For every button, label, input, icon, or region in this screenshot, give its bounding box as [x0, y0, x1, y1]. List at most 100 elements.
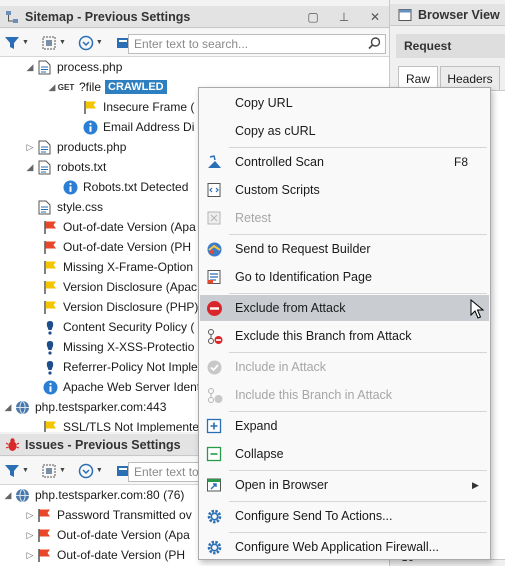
filter-button[interactable]: ▼: [2, 32, 31, 54]
request-builder-icon: [205, 240, 223, 258]
collapse-arrow-icon[interactable]: ◢: [2, 490, 14, 501]
sitemap-title-text: Sitemap - Previous Settings: [25, 9, 191, 24]
request-label: Request: [404, 39, 452, 53]
menu-separator: [229, 470, 487, 471]
script-icon: [205, 181, 223, 199]
gear-icon: [205, 507, 223, 525]
tree-row[interactable]: style.css: [36, 197, 103, 217]
tree-row[interactable]: ▷ Out-of-date Version (Apa: [24, 525, 190, 545]
tree-label: SSL/TLS Not Implemente: [63, 420, 200, 432]
expand-arrow-icon[interactable]: ▷: [24, 530, 36, 541]
tree-row[interactable]: ◢ php.testsparker.com:443: [2, 397, 167, 417]
menu-item-label: Copy URL: [235, 96, 293, 110]
menu-item-label: Include in Attack: [235, 360, 327, 374]
tree-row[interactable]: Insecure Frame (: [82, 97, 194, 117]
collapse-arrow-icon[interactable]: ◢: [24, 162, 36, 173]
expand-arrow-icon[interactable]: ▷: [24, 510, 36, 521]
tree-row[interactable]: Version Disclosure (Apac: [42, 277, 197, 297]
tree-row[interactable]: ▷ Password Transmitted ov: [24, 505, 192, 525]
exclude-icon: [205, 299, 223, 317]
tree-label: Version Disclosure (Apac: [63, 280, 198, 294]
expand-arrow-icon[interactable]: ▷: [24, 550, 36, 561]
menu-item-label: Retest: [235, 211, 272, 225]
info-icon: [42, 379, 58, 395]
tree-row[interactable]: ◢ php.testsparker.com:80 (76): [2, 485, 185, 505]
menu-item-open-in-browser[interactable]: Open in Browser ▶: [200, 472, 489, 498]
menu-item-send-to-request-builder[interactable]: Send to Request Builder: [200, 236, 489, 262]
tree-row[interactable]: Missing X-Frame-Option: [42, 257, 193, 277]
tree-row[interactable]: SSL/TLS Not Implemente: [42, 417, 199, 432]
tab-headers-label: Headers: [447, 71, 493, 86]
search-icon[interactable]: [368, 37, 381, 53]
tree-row[interactable]: Email Address Di: [82, 117, 194, 137]
menu-item-label: Collapse: [235, 447, 284, 461]
pin-button[interactable]: ⊥: [336, 9, 352, 25]
tree-row[interactable]: Referrer-Policy Not Imple: [42, 357, 198, 377]
best-practice-icon: [42, 339, 58, 355]
tree-row[interactable]: ◢ process.php: [24, 57, 122, 77]
mouse-cursor-icon: [470, 298, 485, 322]
bug-icon: [4, 437, 20, 453]
maximize-button[interactable]: ▢: [305, 9, 321, 25]
best-practice-icon: [42, 359, 58, 375]
select-button[interactable]: ▼: [39, 32, 68, 54]
menu-item-retest[interactable]: Retest: [200, 205, 489, 231]
menu-item-configure-waf[interactable]: Configure Web Application Firewall...: [200, 534, 489, 560]
menu-item-exclude-branch-from-attack[interactable]: Exclude this Branch from Attack: [200, 323, 489, 349]
tree-label: robots.txt: [57, 160, 107, 174]
include-branch-icon: [205, 386, 223, 404]
menu-item-include-branch-in-attack[interactable]: Include this Branch in Attack: [200, 382, 489, 408]
menu-item-controlled-scan[interactable]: Controlled Scan F8: [200, 149, 489, 175]
tree-row[interactable]: Out-of-date Version (Apa: [42, 217, 196, 237]
menu-separator: [229, 234, 487, 235]
tree-label: Version Disclosure (PHP): [63, 300, 199, 314]
flag-yellow-icon: [82, 99, 98, 115]
tree-row[interactable]: ▷ products.php: [24, 137, 126, 157]
tree-label: Password Transmitted ov: [57, 508, 192, 522]
collapse-arrow-icon[interactable]: ◢: [24, 62, 36, 73]
flag-yellow-icon: [42, 259, 58, 275]
chevron-circle-icon: [78, 463, 94, 478]
menu-item-label: Configure Web Application Firewall...: [235, 540, 440, 554]
menu-item-custom-scripts[interactable]: Custom Scripts: [200, 177, 489, 203]
collapse-arrow-icon[interactable]: ◢: [46, 82, 58, 93]
flag-red-icon: [42, 219, 58, 235]
tree-row[interactable]: ◢ GET ?file CRAWLED: [46, 77, 167, 97]
collapse-arrow-icon[interactable]: ◢: [2, 402, 14, 413]
menu-separator: [229, 411, 487, 412]
sitemap-search-input[interactable]: Enter text to search...: [128, 34, 386, 54]
menu-item-exclude-from-attack[interactable]: Exclude from Attack: [200, 295, 489, 321]
tree-row[interactable]: Apache Web Server Ident: [42, 377, 200, 397]
filter-button[interactable]: ▼: [2, 460, 31, 482]
menu-item-copy-as-curl[interactable]: Copy as cURL: [200, 118, 489, 144]
menu-item-copy-url[interactable]: Copy URL: [200, 90, 489, 116]
tree-row[interactable]: Out-of-date Version (PH: [42, 237, 191, 257]
close-button[interactable]: ✕: [367, 9, 383, 25]
tree-row[interactable]: ▷ Out-of-date Version (PH: [24, 545, 186, 565]
flag-red-icon: [36, 547, 52, 563]
tree-row[interactable]: ◢ robots.txt: [24, 157, 106, 177]
globe-icon: [14, 487, 30, 503]
request-section-header: Request: [396, 34, 505, 58]
select-button[interactable]: ▼: [39, 460, 68, 482]
menu-item-label: Include this Branch in Attack: [235, 388, 393, 402]
crawled-badge: CRAWLED: [105, 80, 167, 94]
menu-item-label: Open in Browser: [235, 478, 329, 492]
tree-row[interactable]: Robots.txt Detected: [62, 177, 188, 197]
file-icon: [36, 199, 52, 215]
tree-row[interactable]: Version Disclosure (PHP): [42, 297, 198, 317]
tree-row[interactable]: Content Security Policy (: [42, 317, 194, 337]
menu-item-go-to-identification-page[interactable]: Go to Identification Page: [200, 264, 489, 290]
expand-all-button[interactable]: ▼: [76, 32, 105, 54]
tree-label: Apache Web Server Ident: [63, 380, 201, 394]
expand-arrow-icon[interactable]: ▷: [24, 142, 36, 153]
exclude-branch-icon: [205, 327, 223, 345]
menu-item-configure-send-to-actions[interactable]: Configure Send To Actions...: [200, 503, 489, 529]
menu-item-expand[interactable]: Expand: [200, 413, 489, 439]
collapse-icon: [205, 445, 223, 463]
menu-item-collapse[interactable]: Collapse: [200, 441, 489, 467]
menu-separator: [229, 293, 487, 294]
menu-item-include-in-attack[interactable]: Include in Attack: [200, 354, 489, 380]
expand-all-button[interactable]: ▼: [76, 460, 105, 482]
tree-row[interactable]: Missing X-XSS-Protectio: [42, 337, 194, 357]
